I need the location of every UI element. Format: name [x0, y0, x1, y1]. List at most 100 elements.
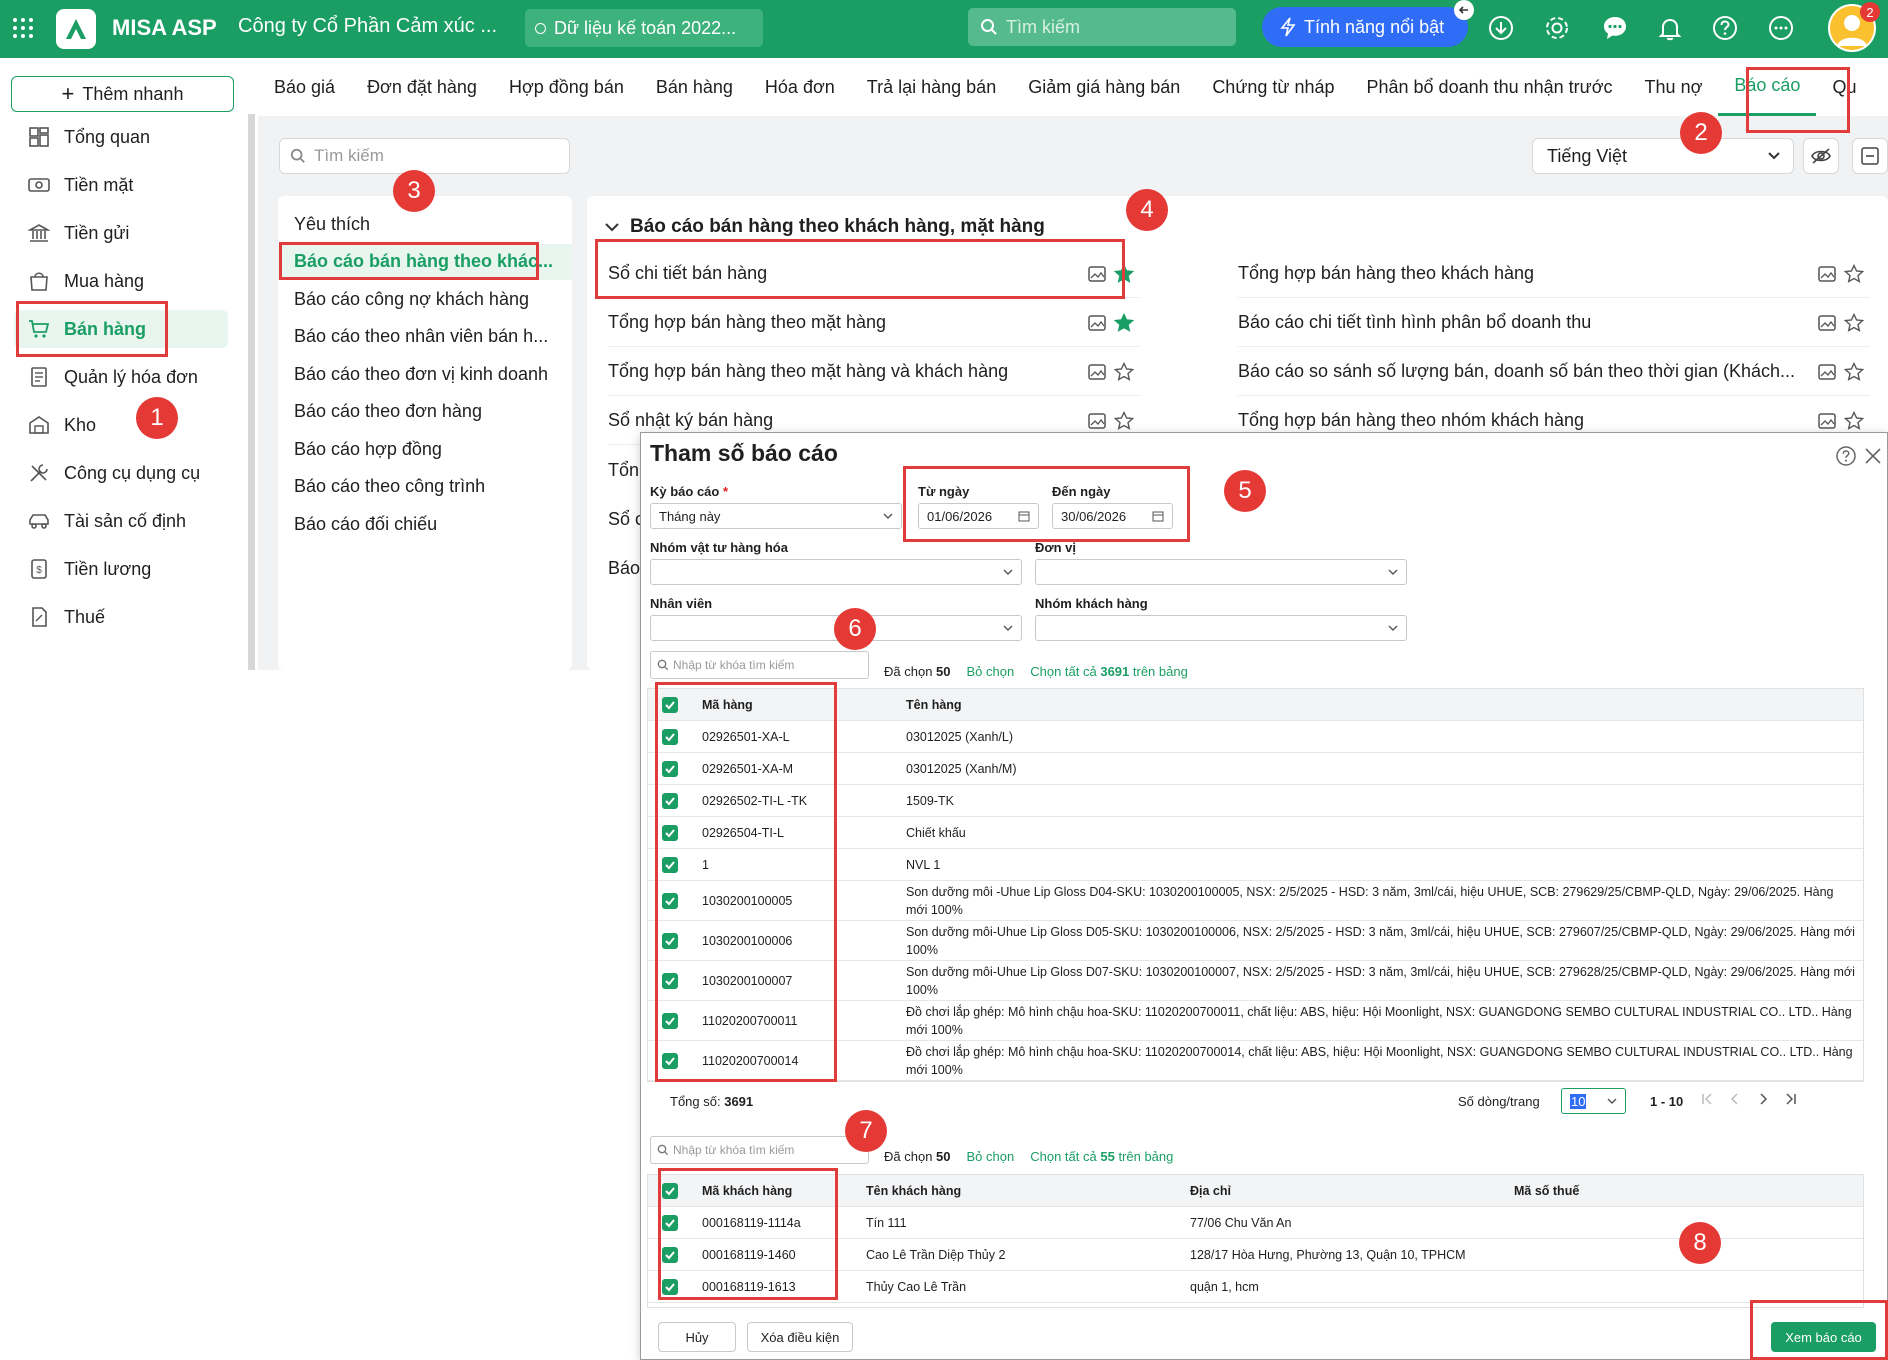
- category-item[interactable]: Báo cáo theo đơn vị kinh doanh: [278, 356, 572, 392]
- report-item[interactable]: Báo cáo so sánh số lượng bán, doanh số b…: [1238, 348, 1870, 396]
- category-item[interactable]: Yêu thích: [278, 206, 572, 242]
- items-select-all-link[interactable]: Chọn tất cả 3691 trên bảng: [1030, 664, 1188, 679]
- clear-conditions-button[interactable]: Xóa điều kiện: [747, 1322, 853, 1352]
- highlight-report: [595, 239, 1125, 299]
- unit-select[interactable]: [1035, 559, 1407, 585]
- sidebar-item[interactable]: Tiền mặt: [14, 166, 228, 204]
- goods-group-select[interactable]: [650, 559, 1022, 585]
- highlight-date-range: [903, 466, 1190, 542]
- top-bar: MISA ASP Công ty Cổ Phần Cảm xúc ... Dữ …: [0, 0, 1888, 58]
- star-icon: [1844, 263, 1864, 283]
- misa-logo-icon: [56, 9, 96, 49]
- bell-icon[interactable]: [1653, 11, 1687, 45]
- arrow-left-icon[interactable]: [1454, 0, 1474, 20]
- next-page-icon[interactable]: [1756, 1092, 1770, 1106]
- first-page-icon[interactable]: [1700, 1092, 1714, 1106]
- customers-search-input[interactable]: Nhập từ khóa tìm kiếm: [650, 1136, 869, 1164]
- sidebar-scrollbar[interactable]: [248, 114, 255, 670]
- sidebar-item[interactable]: Tài sản cố định: [14, 502, 228, 540]
- report-preview-icon: [1818, 314, 1836, 331]
- category-search-input[interactable]: Tìm kiếm: [279, 138, 570, 174]
- period-select[interactable]: Tháng này: [650, 503, 902, 529]
- help-icon[interactable]: [1835, 445, 1857, 467]
- tab[interactable]: Trả lại hàng bán: [851, 58, 1012, 116]
- customer-group-label: Nhóm khách hàng: [1035, 596, 1148, 611]
- tab[interactable]: Bán hàng: [640, 58, 749, 116]
- category-item[interactable]: Báo cáo theo nhân viên bán h...: [278, 319, 572, 355]
- dataset-selector[interactable]: Dữ liệu kế toán 2022...: [525, 9, 763, 47]
- more-icon[interactable]: [1764, 11, 1798, 45]
- sidebar-item[interactable]: Tiền gửi: [14, 214, 228, 252]
- category-item[interactable]: Báo cáo công nợ khách hàng: [278, 281, 572, 317]
- sidebar-item-label: Thuế: [64, 606, 106, 627]
- report-item[interactable]: Báo cáo chi tiết tình hình phân bổ doanh…: [1238, 299, 1870, 347]
- download-icon[interactable]: [1484, 11, 1518, 45]
- report-actions: [1818, 361, 1864, 382]
- category-item[interactable]: Báo cáo hợp đồng: [278, 431, 572, 467]
- help-icon[interactable]: [1708, 11, 1742, 45]
- report-item[interactable]: Tổng hợp bán hàng theo khách hàng: [1238, 250, 1870, 298]
- featured-button[interactable]: Tính năng nổi bật: [1262, 7, 1468, 47]
- sidebar-item[interactable]: Công cụ dụng cụ: [14, 454, 228, 492]
- sidebar-item[interactable]: Mua hàng: [14, 262, 228, 300]
- tab[interactable]: Báo giá: [258, 58, 351, 116]
- tab[interactable]: Thu nợ: [1629, 58, 1719, 116]
- dashboard-icon: [29, 127, 49, 147]
- sidebar-clip: [0, 670, 260, 700]
- sidebar-item[interactable]: $ Tiền lương: [14, 550, 228, 588]
- unit-label: Đơn vị: [1035, 540, 1077, 555]
- report-item[interactable]: Tổng hợp bán hàng theo mặt hàng và khách…: [608, 348, 1140, 396]
- tab[interactable]: Chứng từ nháp: [1196, 58, 1350, 116]
- collapse-icon[interactable]: [1852, 138, 1888, 174]
- sidebar-item[interactable]: Tổng quan: [14, 118, 228, 156]
- cancel-button[interactable]: Hủy: [658, 1322, 736, 1352]
- items-search-placeholder: Nhập từ khóa tìm kiếm: [673, 658, 795, 672]
- highlight-view-button: [1750, 1300, 1888, 1360]
- tab[interactable]: Đơn đặt hàng: [351, 58, 493, 116]
- sidebar-item-label: Tổng quan: [64, 126, 151, 147]
- report-group-header[interactable]: Báo cáo bán hàng theo khách hàng, mặt hà…: [604, 216, 1045, 238]
- annotation-badge: 1: [136, 397, 178, 439]
- customers-deselect-link[interactable]: Bỏ chọn: [967, 1149, 1015, 1164]
- sidebar-item[interactable]: Quản lý hóa đơn: [14, 358, 228, 396]
- tab[interactable]: Hóa đơn: [749, 58, 851, 116]
- annotation-badge: 8: [1679, 1222, 1721, 1264]
- staff-label: Nhân viên: [650, 596, 713, 611]
- tab[interactable]: Phân bổ doanh thu nhận trước: [1351, 58, 1629, 116]
- search-placeholder: Tìm kiếm: [1006, 16, 1080, 37]
- category-item[interactable]: Báo cáo theo đơn hàng: [278, 394, 572, 430]
- items-search-input[interactable]: Nhập từ khóa tìm kiếm: [650, 651, 869, 679]
- gear-icon[interactable]: [1540, 11, 1574, 45]
- table-row[interactable]: [648, 1303, 1863, 1307]
- last-page-icon[interactable]: [1784, 1092, 1798, 1106]
- tab[interactable]: Hợp đồng bán: [493, 58, 640, 116]
- col-header-address: Địa chỉ: [1190, 1183, 1231, 1198]
- tab[interactable]: Giảm giá hàng bán: [1012, 58, 1196, 116]
- customer-group-select[interactable]: [1035, 615, 1407, 641]
- page-size-select[interactable]: 10: [1561, 1088, 1626, 1114]
- chat-icon[interactable]: [1598, 11, 1632, 45]
- report-name: Tổng hợp bán hàng theo nhóm khách hàng: [1238, 410, 1585, 430]
- star-filled-icon: [1114, 312, 1134, 332]
- item-name: Đồ chơi lắp ghép: Mô hình chậu hoa-SKU: …: [906, 1004, 1852, 1037]
- category-item[interactable]: Báo cáo đối chiếu: [278, 506, 572, 542]
- customers-select-all-link[interactable]: Chọn tất cả 55 trên bảng: [1030, 1149, 1173, 1164]
- report-preview-icon: [1088, 363, 1106, 380]
- sidebar-item[interactable]: Thuế: [14, 598, 228, 636]
- prev-page-icon[interactable]: [1728, 1092, 1742, 1106]
- sidebar-item[interactable]: Kho: [14, 406, 228, 444]
- company-name[interactable]: Công ty Cổ Phần Cảm xúc ...: [238, 15, 497, 38]
- language-select[interactable]: Tiếng Việt: [1532, 138, 1794, 174]
- items-deselect-link[interactable]: Bỏ chọn: [967, 664, 1015, 679]
- apps-grid-icon[interactable]: [6, 11, 40, 45]
- col-header-name: Tên hàng: [906, 697, 962, 712]
- close-icon[interactable]: [1864, 447, 1882, 465]
- report-item[interactable]: Tổng hợp bán hàng theo mặt hàng: [608, 299, 1140, 347]
- category-item[interactable]: Báo cáo theo công trình: [278, 469, 572, 505]
- hide-icon[interactable]: [1803, 138, 1839, 174]
- page-size-value: 10: [1570, 1093, 1587, 1109]
- item-name: Son dưỡng môi-Uhue Lip Gloss D05-SKU: 10…: [906, 924, 1855, 957]
- quick-add-button[interactable]: + Thêm nhanh: [11, 76, 234, 112]
- annotation-badge: 6: [834, 608, 876, 650]
- global-search-input[interactable]: Tìm kiếm: [968, 8, 1236, 46]
